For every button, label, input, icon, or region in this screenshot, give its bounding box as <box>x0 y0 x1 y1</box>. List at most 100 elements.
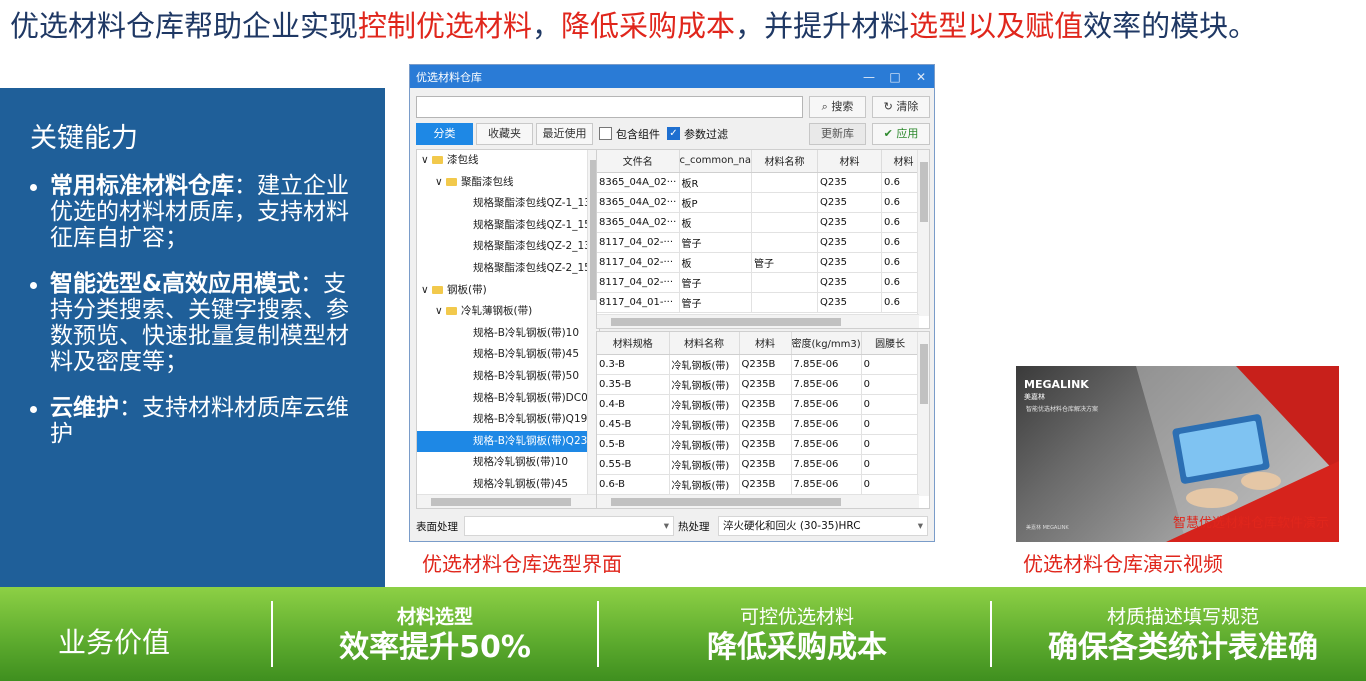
table-cell[interactable]: 冷轧钢板(带) <box>669 354 740 375</box>
tree-item[interactable]: 规格-B冷轧钢板(带)Q19 <box>417 409 599 431</box>
table-cell[interactable]: 0.35-B <box>597 374 670 395</box>
table-cell[interactable]: 板R <box>679 172 753 193</box>
minimize-icon[interactable]: — <box>856 70 882 84</box>
table-row[interactable]: 8117_04_02-··· 管子 Q235 0.6 <box>597 232 927 253</box>
tab-favorites[interactable]: 收藏夹 <box>476 123 533 145</box>
table-cell[interactable]: Q235 <box>817 232 883 253</box>
column-header[interactable]: 材料规格 <box>597 332 670 355</box>
table-cell[interactable]: 管子 <box>679 232 753 253</box>
scrollbar-thumb[interactable] <box>920 162 928 222</box>
tree-item[interactable]: 规格-B冷轧钢板(带)10 <box>417 323 599 345</box>
table-cell[interactable]: 冷轧钢板(带) <box>669 474 740 495</box>
table-cell[interactable]: 0 <box>861 374 920 395</box>
table-cell[interactable]: 管子 <box>751 252 819 273</box>
table-cell[interactable]: 7.85E-06 <box>791 474 862 495</box>
table-cell[interactable]: 板P <box>679 192 753 213</box>
tree-item[interactable]: 规格冷轧钢板(带)10 <box>417 452 599 474</box>
table-cell[interactable]: 0 <box>861 434 920 455</box>
scrollbar-thumb[interactable] <box>611 318 841 326</box>
table-cell[interactable] <box>751 292 819 313</box>
tab-category[interactable]: 分类 <box>416 123 473 145</box>
table-cell[interactable]: Q235 <box>817 252 883 273</box>
column-header[interactable]: 材料 <box>739 332 792 355</box>
table-cell[interactable]: Q235 <box>817 192 883 213</box>
column-header[interactable]: 文件名 <box>597 150 680 173</box>
chevron-down-icon[interactable]: ∨ <box>435 305 446 317</box>
table-row[interactable]: 8117_04_01-··· 管子 Q235 0.6 <box>597 292 927 313</box>
column-header[interactable]: 材料名称 <box>751 150 819 173</box>
scrollbar-thumb[interactable] <box>611 498 841 506</box>
table-cell[interactable]: 0 <box>861 414 920 435</box>
table-row[interactable]: 0.5-B 冷轧钢板(带) Q235B 7.85E-06 0 <box>597 434 920 455</box>
table-cell[interactable]: Q235B <box>739 354 792 375</box>
tree-item[interactable]: 规格-B冷轧钢板(带)45 <box>417 344 599 366</box>
scrollbar-thumb[interactable] <box>920 344 928 404</box>
table-row[interactable]: 0.3-B 冷轧钢板(带) Q235B 7.85E-06 0 <box>597 354 920 375</box>
table-cell[interactable]: 板 <box>679 212 753 233</box>
table-cell[interactable]: 7.85E-06 <box>791 414 862 435</box>
table-row[interactable]: 0.45-B 冷轧钢板(带) Q235B 7.85E-06 0 <box>597 414 920 435</box>
table-cell[interactable]: 7.85E-06 <box>791 454 862 475</box>
table-cell[interactable]: Q235B <box>739 474 792 495</box>
table-cell[interactable]: 0 <box>861 454 920 475</box>
table-cell[interactable]: 0.4-B <box>597 394 670 415</box>
tree-item[interactable]: ∨ 漆包线 <box>417 150 599 172</box>
material-spec-grid[interactable]: 材料规格 材料名称 材料 密度(kg/mm3) 圆腰长 0.3-B 冷轧钢板(带) Q235B… <box>596 331 930 509</box>
apply-button[interactable]: ✔ 应用 <box>872 123 930 145</box>
demo-video-thumbnail[interactable]: MEGALINK 美嘉林 智能优选材料仓库解决方案 智慧优选材料仓库软件演示 美… <box>1016 366 1339 542</box>
table-cell[interactable]: 0 <box>861 394 920 415</box>
table-cell[interactable]: 0.6-B <box>597 474 670 495</box>
category-tree[interactable]: ∨ 漆包线 ∨ 聚酯漆包线 规格聚酯漆包线QZ-1_13 规格聚酯漆包线QZ-1_15… <box>416 149 600 509</box>
table-cell[interactable] <box>751 232 819 253</box>
table-cell[interactable]: Q235B <box>739 374 792 395</box>
table-cell[interactable]: Q235 <box>817 172 883 193</box>
file-grid[interactable]: 文件名 c_common_na 材料名称 材料 材料 8365_04A_02··· 板R Q2… <box>596 149 930 329</box>
table-cell[interactable]: Q235 <box>817 212 883 233</box>
table-row[interactable]: 8365_04A_02··· 板 Q235 0.6 <box>597 212 927 233</box>
tree-item[interactable]: ∨ 钢板(带) <box>417 280 599 302</box>
table-row[interactable]: 8365_04A_02··· 板R Q235 0.6 <box>597 172 927 193</box>
table-cell[interactable]: 0.5-B <box>597 434 670 455</box>
table-cell[interactable]: 8117_04_02-··· <box>597 232 680 253</box>
table-row[interactable]: 0.6-B 冷轧钢板(带) Q235B 7.85E-06 0 <box>597 474 920 495</box>
table-cell[interactable]: Q235B <box>739 394 792 415</box>
column-header[interactable]: 圆腰长 <box>861 332 920 355</box>
tree-item[interactable]: 规格冷轧钢板(带)45 <box>417 474 599 496</box>
tree-item[interactable]: ∨ 冷轧薄钢板(带) <box>417 301 599 323</box>
table-cell[interactable]: 8365_04A_02··· <box>597 212 680 233</box>
table-cell[interactable]: 冷轧钢板(带) <box>669 374 740 395</box>
table-cell[interactable]: 0.55-B <box>597 454 670 475</box>
table-cell[interactable]: 0.45-B <box>597 414 670 435</box>
table-cell[interactable]: 冷轧钢板(带) <box>669 454 740 475</box>
search-button[interactable]: ⌕ 搜索 <box>809 96 866 118</box>
table-cell[interactable]: 冷轧钢板(带) <box>669 414 740 435</box>
tree-horizontal-scrollbar[interactable] <box>417 494 599 508</box>
table-cell[interactable]: 管子 <box>679 292 753 313</box>
table-row[interactable]: 0.35-B 冷轧钢板(带) Q235B 7.85E-06 0 <box>597 374 920 395</box>
column-header[interactable]: 密度(kg/mm3) <box>791 332 862 355</box>
tree-item[interactable]: ∨ 聚酯漆包线 <box>417 172 599 194</box>
tree-item[interactable]: 规格-B冷轧钢板(带)DC0 <box>417 388 599 410</box>
table-cell[interactable]: Q235B <box>739 454 792 475</box>
column-header[interactable]: 材料 <box>817 150 883 173</box>
tree-item[interactable]: 规格聚酯漆包线QZ-1_13 <box>417 193 599 215</box>
tree-item[interactable]: 规格聚酯漆包线QZ-2_15 <box>417 258 599 280</box>
tree-item[interactable]: 规格聚酯漆包线QZ-1_15 <box>417 215 599 237</box>
table-cell[interactable]: 板 <box>679 252 753 273</box>
chevron-down-icon[interactable]: ∨ <box>435 176 446 188</box>
scrollbar-thumb[interactable] <box>431 498 571 506</box>
table-cell[interactable]: 0 <box>861 354 920 375</box>
surface-treatment-select[interactable]: ▾ <box>464 516 674 536</box>
table-cell[interactable]: 7.85E-06 <box>791 354 862 375</box>
chevron-down-icon[interactable]: ∨ <box>421 284 432 296</box>
chevron-down-icon[interactable]: ∨ <box>421 154 432 166</box>
table-cell[interactable]: 8117_04_02-··· <box>597 272 680 293</box>
table-cell[interactable]: Q235B <box>739 434 792 455</box>
search-input[interactable] <box>416 96 803 118</box>
table-cell[interactable]: 0.3-B <box>597 354 670 375</box>
grid-vertical-scrollbar[interactable] <box>917 332 929 496</box>
tree-item[interactable]: 规格-B冷轧钢板(带)50 <box>417 366 599 388</box>
column-header[interactable]: c_common_na <box>679 150 753 173</box>
table-cell[interactable]: Q235B <box>739 414 792 435</box>
param-filter-checkbox[interactable]: ✓ <box>667 127 680 140</box>
